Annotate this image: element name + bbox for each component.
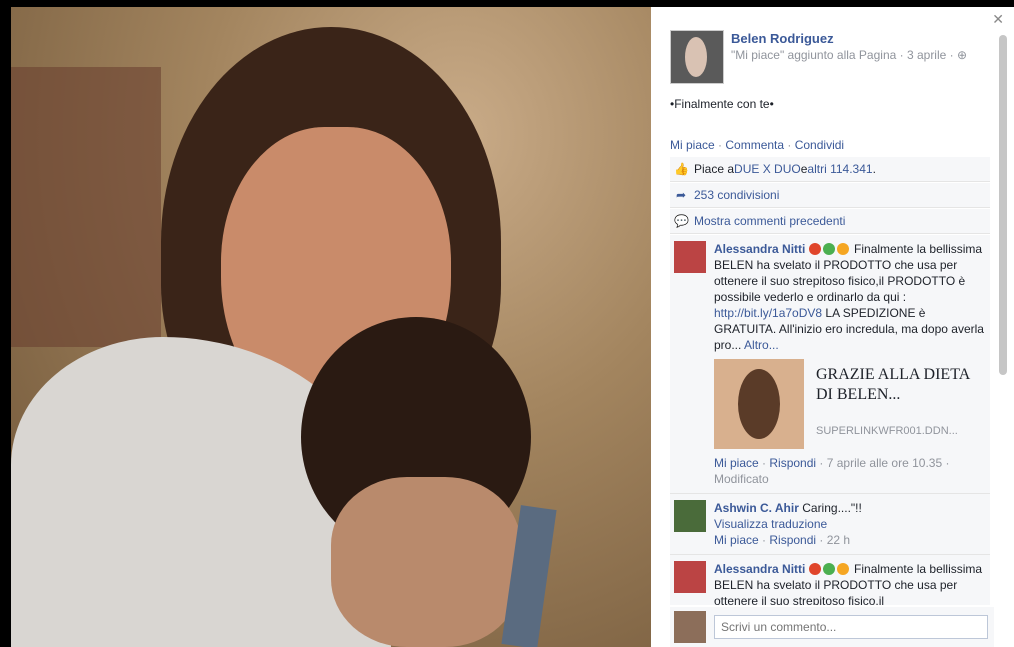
commenter-avatar[interactable]: [674, 561, 706, 593]
globe-icon: ⊕: [956, 48, 968, 62]
link-preview[interactable]: GRAZIE ALLA DIETA DI BELEN... SUPERLINKW…: [714, 359, 986, 449]
comment-reply-link[interactable]: Rispondi: [769, 456, 816, 470]
comment-reply-link[interactable]: Rispondi: [769, 533, 816, 547]
like-link[interactable]: Mi piace: [670, 138, 715, 152]
others-link[interactable]: altri 114.341: [807, 162, 872, 176]
liker-link[interactable]: DUE X DUO: [734, 162, 801, 176]
tomato-emoji-icon: [808, 243, 821, 255]
orange-emoji-icon: [836, 243, 849, 255]
photo-background-fence: [11, 67, 161, 347]
reply-box: [670, 607, 994, 647]
preview-image: [714, 359, 804, 449]
previous-comments-row[interactable]: 💬 Mostra commenti precedenti: [670, 209, 990, 234]
comment-input[interactable]: [714, 615, 988, 639]
comment-like-link[interactable]: Mi piace: [714, 533, 759, 547]
post-side-panel: ✕ Belen Rodriguez "Mi piace" aggiunto al…: [651, 7, 1014, 647]
comment-link-url[interactable]: http://bit.ly/1a7oDV8: [714, 306, 822, 320]
post-actions: Mi piace · Commenta · Condividi: [670, 138, 845, 152]
preview-title: GRAZIE ALLA DIETA DI BELEN...: [816, 366, 970, 403]
comment-feed[interactable]: 👍 Piace a DUE X DUO e altri 114.341. ➦ 2…: [670, 157, 990, 605]
commenter-avatar[interactable]: [674, 500, 706, 532]
comment-link[interactable]: Commenta: [725, 138, 784, 152]
user-avatar: [674, 611, 706, 643]
comment-meta: Mi piace · Rispondi · 7 aprile alle ore …: [714, 456, 950, 486]
page-avatar[interactable]: [670, 30, 724, 84]
post-photo: [11, 7, 651, 647]
shares-row[interactable]: ➦ 253 condivisioni: [670, 183, 990, 208]
commenter-name[interactable]: Ashwin C. Ahir: [714, 501, 799, 515]
scrollbar[interactable]: [999, 35, 1007, 375]
comment-item: Alessandra Nitti Finalmente la bellissim…: [670, 235, 990, 494]
thumbs-up-icon: 👍: [674, 162, 689, 176]
comment-item: Ashwin C. Ahir Caring...."!! Visualizza …: [670, 494, 990, 555]
likes-row: 👍 Piace a DUE X DUO e altri 114.341.: [670, 157, 990, 182]
post-meta: "Mi piace" aggiunto alla Pagina · 3 apri…: [731, 48, 968, 62]
clover-emoji-icon: [822, 243, 835, 255]
speech-bubble-icon: 💬: [674, 214, 689, 228]
comment-item: Alessandra Nitti Finalmente la bellissim…: [670, 555, 990, 605]
translate-link[interactable]: Visualizza traduzione: [714, 517, 827, 531]
preview-domain: SUPERLINKWFR001.DDN...: [816, 425, 958, 437]
commenter-name[interactable]: Alessandra Nitti: [714, 242, 805, 256]
tomato-emoji-icon: [808, 563, 821, 575]
comment-meta: Mi piace · Rispondi · 22 h: [714, 533, 851, 547]
close-icon[interactable]: ✕: [992, 11, 1004, 28]
post-text: •Finalmente con te•: [670, 97, 774, 111]
share-link[interactable]: Condividi: [795, 138, 844, 152]
orange-emoji-icon: [836, 563, 849, 575]
commenter-name[interactable]: Alessandra Nitti: [714, 562, 805, 576]
clover-emoji-icon: [822, 563, 835, 575]
comment-like-link[interactable]: Mi piace: [714, 456, 759, 470]
commenter-avatar[interactable]: [674, 241, 706, 273]
more-link[interactable]: Altro...: [741, 338, 779, 352]
page-author[interactable]: Belen Rodriguez: [731, 31, 834, 46]
share-icon: ➦: [675, 188, 687, 202]
photo-child-face: [331, 477, 521, 647]
